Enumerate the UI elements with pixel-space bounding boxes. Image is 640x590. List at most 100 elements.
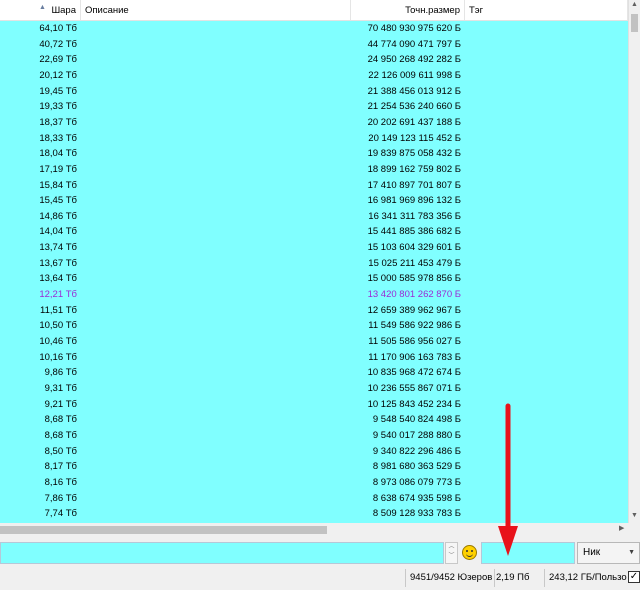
vertical-scroll-thumb[interactable] [631,14,638,32]
table-row[interactable]: 18,33 Тб 20 149 123 115 452 Б [0,131,628,147]
scroll-right-icon[interactable]: ▶ [619,524,624,532]
scroll-up-icon[interactable]: ▲ [631,1,638,8]
share-cell: 8,50 Тб [44,445,77,457]
share-cell: 8,16 Тб [44,476,77,488]
chevron-down-icon[interactable]: ﹀ [446,552,457,561]
column-description[interactable]: Описание [81,0,351,20]
share-cell: 17,19 Тб [39,163,77,175]
table-row[interactable]: 15,45 Тб 16 981 969 896 132 Б [0,193,628,209]
column-header: ▲ Шара Описание Точн.размер Тэг [0,0,628,21]
share-cell: 7,86 Тб [44,492,77,504]
message-spin-control[interactable]: ︿ ﹀ [445,542,458,564]
share-cell: 13,67 Тб [39,257,77,269]
exact-size-cell: 10 125 843 452 234 Б [367,398,461,410]
table-row[interactable]: 7,74 Тб 8 509 128 933 783 Б [0,506,628,522]
table-row[interactable]: 7,86 Тб 8 638 674 935 598 Б [0,491,628,507]
share-cell: 14,86 Тб [39,210,77,222]
status-separator [544,569,545,587]
table-row[interactable]: 8,17 Тб 8 981 680 363 529 Б [0,459,628,475]
table-row[interactable]: 13,74 Тб 15 103 604 329 601 Б [0,240,628,256]
table-row[interactable]: 18,37 Тб 20 202 691 437 188 Б [0,115,628,131]
share-cell: 10,46 Тб [39,336,77,347]
column-share[interactable]: ▲ Шара [0,0,81,20]
table-row[interactable]: 14,86 Тб 16 341 311 783 356 Б [0,209,628,225]
table-row[interactable]: 14,04 Тб 15 441 885 386 682 Б [0,224,628,240]
exact-size-cell: 11 505 586 956 027 Б [368,336,461,347]
table-row[interactable]: 19,33 Тб 21 254 536 240 660 Б [0,99,628,115]
status-separator [405,569,406,587]
exact-size-cell: 10 236 555 867 071 Б [367,382,461,394]
exact-size-cell: 22 126 009 611 998 Б [368,69,461,81]
table-row[interactable]: 18,04 Тб 19 839 875 058 432 Б [0,146,628,162]
share-cell: 13,64 Тб [39,273,77,285]
table-row[interactable]: 22,69 Тб 24 950 268 492 282 Б [0,52,628,68]
share-cell: 15,84 Тб [39,179,77,191]
chat-message-input[interactable] [0,542,444,564]
red-arrow-down-icon [498,403,518,556]
exact-size-cell: 12 659 389 962 967 Б [367,304,461,316]
column-tag[interactable]: Тэг [465,0,628,20]
share-cell: 11,51 Тб [40,304,77,316]
horizontal-scroll-thumb[interactable] [0,526,327,534]
status-users-count: 9451/9452 Юзеров [410,572,493,583]
column-exact-size[interactable]: Точн.размер [351,0,465,20]
table-row[interactable]: 10,50 Тб 11 549 586 922 986 Б [0,318,628,334]
table-row[interactable]: 9,31 Тб 10 236 555 867 071 Б [0,381,628,397]
share-cell: 8,68 Тб [44,414,77,426]
exact-size-cell: 9 340 822 296 486 Б [372,445,461,457]
share-cell: 14,04 Тб [39,226,77,238]
vertical-scrollbar[interactable]: ▲ ▼ [628,0,640,523]
table-row[interactable]: 8,68 Тб 9 548 540 824 498 Б [0,412,628,428]
exact-size-cell: 15 025 211 453 479 Б [368,257,461,269]
share-cell: 18,37 Тб [39,116,77,128]
smiley-icon[interactable] [462,545,477,560]
table-row[interactable]: 9,21 Тб 10 125 843 452 234 Б [0,397,628,413]
exact-size-cell: 16 341 311 783 356 Б [368,210,461,222]
table-row[interactable]: 13,67 Тб 15 025 211 453 479 Б [0,256,628,272]
share-cell: 13,74 Тб [39,242,77,254]
share-cell: 7,74 Тб [44,508,77,520]
table-row[interactable]: 10,16 Тб 11 170 906 163 783 Б [0,350,628,366]
table-row[interactable]: 9,86 Тб 10 835 968 472 674 Б [0,365,628,381]
exact-size-cell: 8 638 674 935 598 Б [372,492,461,504]
table-row[interactable]: 8,68 Тб 9 540 017 288 880 Б [0,428,628,444]
table-row[interactable]: 12,21 Тб 13 420 801 262 870 Б [0,287,628,303]
exact-size-cell: 10 835 968 472 674 Б [367,367,461,379]
exact-size-cell: 17 410 897 701 807 Б [367,179,461,191]
exact-size-cell: 8 509 128 933 783 Б [372,508,461,520]
exact-size-cell: 70 480 930 975 620 Б [367,23,461,34]
table-row[interactable]: 8,50 Тб 9 340 822 296 486 Б [0,444,628,460]
exact-size-cell: 44 774 090 471 797 Б [367,38,461,50]
share-cell: 18,33 Тб [39,132,77,144]
scroll-down-icon[interactable]: ▼ [631,512,638,519]
share-cell: 9,86 Тб [44,367,77,379]
scroll-corner [628,523,640,537]
table-row[interactable]: 19,45 Тб 21 388 456 013 912 Б [0,84,628,100]
exact-size-cell: 8 973 086 079 773 Б [372,476,461,488]
table-row[interactable]: 10,46 Тб 11 505 586 956 027 Б [0,334,628,350]
share-cell: 8,68 Тб [44,429,77,441]
table-row[interactable]: 64,10 Тб 70 480 930 975 620 Б [0,21,628,37]
table-row[interactable]: 20,12 Тб 22 126 009 611 998 Б [0,68,628,84]
table-row[interactable]: 17,19 Тб 18 899 162 759 802 Б [0,162,628,178]
share-cell: 18,04 Тб [39,148,77,160]
table-row[interactable]: 40,72 Тб 44 774 090 471 797 Б [0,37,628,53]
table-row[interactable]: 13,64 Тб 15 000 585 978 856 Б [0,271,628,287]
table-row[interactable]: 8,16 Тб 8 973 086 079 773 Б [0,475,628,491]
exact-size-cell: 15 103 604 329 601 Б [367,242,461,254]
exact-size-cell: 21 388 456 013 912 Б [367,85,461,97]
exact-size-cell: 21 254 536 240 660 Б [367,101,461,113]
exact-size-cell: 11 170 906 163 783 Б [368,351,461,363]
exact-size-cell: 11 549 586 922 986 Б [368,320,461,332]
share-cell: 40,72 Тб [39,38,77,50]
chevron-up-icon[interactable]: ︿ [446,543,457,552]
table-row[interactable]: 15,84 Тб 17 410 897 701 807 Б [0,178,628,194]
table-row[interactable]: 11,51 Тб 12 659 389 962 967 Б [0,303,628,319]
chevron-down-icon: ▼ [628,549,635,556]
filter-column-select[interactable]: Ник ▼ [577,542,640,564]
user-list[interactable]: 64,10 Тб 70 480 930 975 620 Б 40,72 Тб 44 7… [0,21,628,523]
exact-size-cell: 20 149 123 115 452 Б [368,132,461,144]
status-checkbox[interactable]: ✓ [628,571,640,583]
horizontal-scrollbar[interactable]: ▶ [0,523,628,537]
status-separator [494,569,495,587]
